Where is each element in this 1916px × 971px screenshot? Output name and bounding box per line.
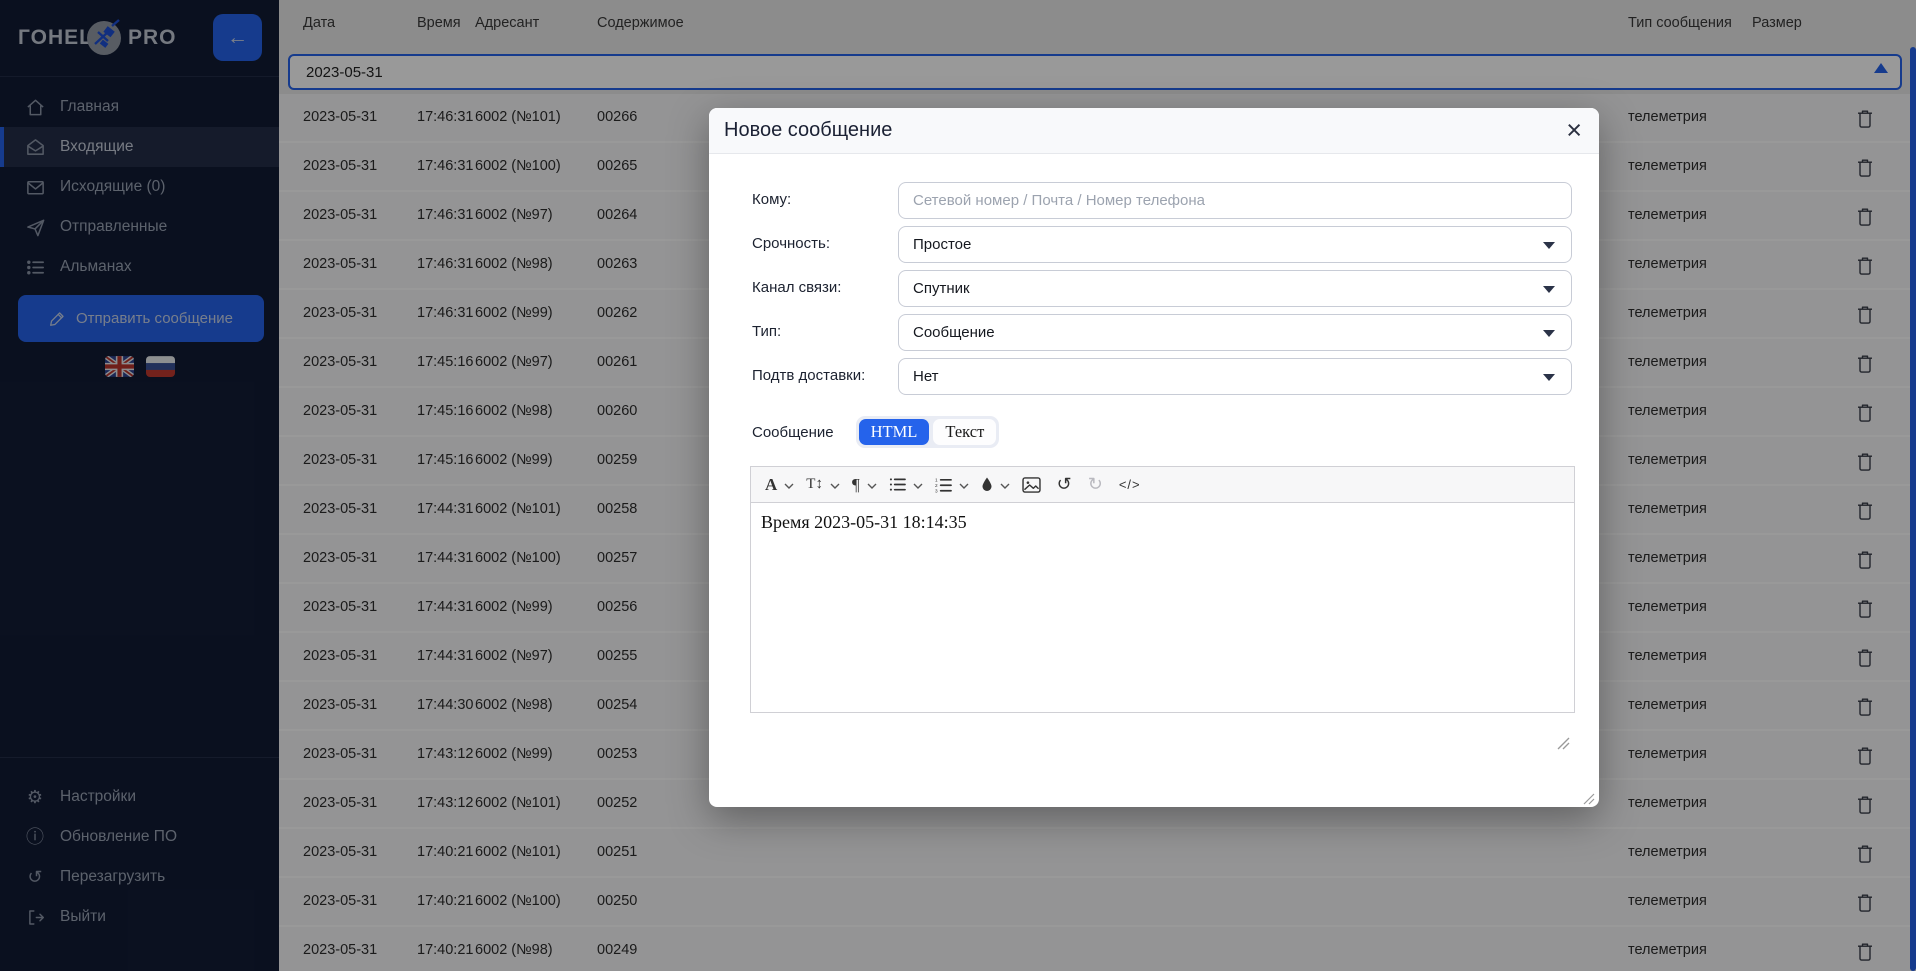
app-window: ГОНЕЦ PRO ← Главная Входящие Исходящие (… <box>0 0 1916 971</box>
chevron-down-icon <box>1543 286 1555 293</box>
chevron-down-icon[interactable] <box>867 483 877 489</box>
field-row-to: Кому: <box>709 182 1599 219</box>
editor-content[interactable]: Время 2023-05-31 18:14:35 <box>750 503 1575 713</box>
field-label: Канал связи: <box>752 279 842 296</box>
field-row-urgency: Срочность: Простое <box>709 226 1599 263</box>
close-icon[interactable]: × <box>1566 117 1582 144</box>
image-icon[interactable] <box>1021 476 1041 493</box>
chevron-down-icon[interactable] <box>959 483 969 489</box>
dialog-title: Новое сообщение <box>724 119 893 141</box>
rich-text-editor: A T↕ ¶ 123 ↺ ↻ </> Время 2023-05-31 18:1… <box>750 466 1575 713</box>
chevron-down-icon <box>1543 242 1555 249</box>
chevron-down-icon <box>1543 374 1555 381</box>
field-row-channel: Канал связи: Спутник <box>709 270 1599 307</box>
chevron-down-icon[interactable] <box>913 483 923 489</box>
dialog-resize-handle[interactable] <box>1581 792 1595 810</box>
selected-value: Спутник <box>913 280 970 297</box>
field-label: Подтв доставки: <box>752 367 866 384</box>
field-row-type: Тип: Сообщение <box>709 314 1599 351</box>
field-label: Срочность: <box>752 235 830 252</box>
redo-icon[interactable]: ↻ <box>1088 474 1103 495</box>
chevron-down-icon[interactable] <box>830 483 840 489</box>
text-size-icon[interactable]: T↕ <box>806 476 823 493</box>
delivery-confirm-select[interactable]: Нет <box>898 358 1572 395</box>
message-format-row: Сообщение HTML Текст <box>752 416 1000 448</box>
channel-select[interactable]: Спутник <box>898 270 1572 307</box>
format-text-button[interactable]: Текст <box>933 419 997 445</box>
format-toggle: HTML Текст <box>855 416 1000 448</box>
editor-toolbar: A T↕ ¶ 123 ↺ ↻ </> <box>750 466 1575 503</box>
bullet-list-icon[interactable] <box>889 477 906 492</box>
recipient-input[interactable] <box>898 182 1572 219</box>
dialog-header: Новое сообщение × <box>709 108 1599 154</box>
chevron-down-icon[interactable] <box>784 483 794 489</box>
numbered-list-icon[interactable]: 123 <box>935 477 952 493</box>
font-icon[interactable]: A <box>765 475 777 495</box>
field-label: Тип: <box>752 323 782 340</box>
svg-text:3: 3 <box>935 488 938 492</box>
field-label: Кому: <box>752 191 792 208</box>
editor-resize-handle[interactable] <box>1554 736 1570 755</box>
paragraph-icon[interactable]: ¶ <box>852 475 860 495</box>
message-label: Сообщение <box>752 423 834 441</box>
code-icon[interactable]: </> <box>1119 477 1141 492</box>
format-html-button[interactable]: HTML <box>858 419 930 445</box>
selected-value: Сообщение <box>913 324 995 341</box>
color-drop-icon[interactable] <box>981 477 993 492</box>
editor-text: Время 2023-05-31 18:14:35 <box>761 512 967 532</box>
selected-value: Простое <box>913 236 972 253</box>
urgency-select[interactable]: Простое <box>898 226 1572 263</box>
new-message-dialog: Новое сообщение × Кому: Срочность: Прост… <box>709 108 1599 807</box>
type-select[interactable]: Сообщение <box>898 314 1572 351</box>
chevron-down-icon <box>1543 330 1555 337</box>
undo-icon[interactable]: ↺ <box>1057 474 1072 495</box>
selected-value: Нет <box>913 368 939 385</box>
svg-text:1: 1 <box>935 477 938 482</box>
chevron-down-icon[interactable] <box>1000 483 1010 489</box>
field-row-delivery-confirm: Подтв доставки: Нет <box>709 358 1599 395</box>
svg-text:2: 2 <box>935 482 938 487</box>
